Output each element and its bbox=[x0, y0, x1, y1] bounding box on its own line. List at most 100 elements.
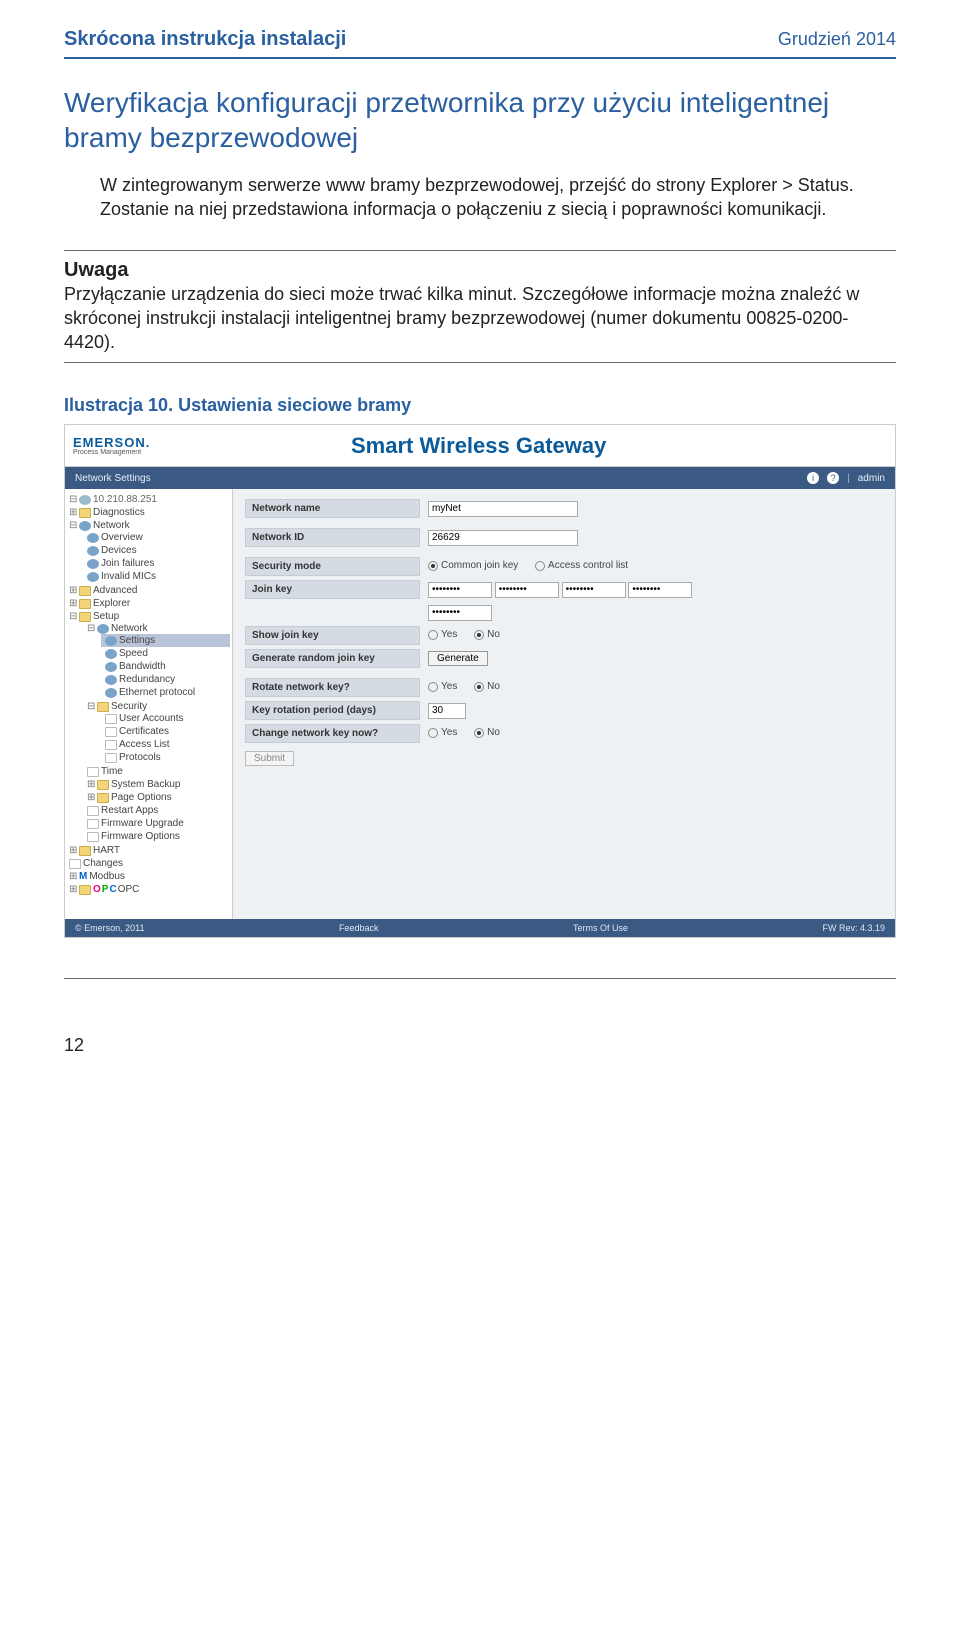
figure-caption: Ilustracja 10. Ustawienia sieciowe bramy bbox=[64, 395, 896, 416]
tree-network[interactable]: ⊟Network Overview Devices Join failures … bbox=[67, 519, 230, 584]
divider bbox=[64, 362, 896, 363]
tree-protocols[interactable]: Protocols bbox=[101, 751, 230, 764]
tree-user-accounts[interactable]: User Accounts bbox=[101, 712, 230, 725]
footer-copyright: © Emerson, 2011 bbox=[75, 923, 145, 933]
nav-tree: ⊟10.210.88.251 ⊞Diagnostics ⊟Network Ove… bbox=[65, 489, 233, 919]
input-join-key-5[interactable] bbox=[428, 605, 492, 621]
page-header: Skrócona instrukcja instalacji Grudzień … bbox=[64, 28, 896, 59]
input-join-key-3[interactable] bbox=[562, 582, 626, 598]
main-heading: Weryfikacja konfiguracji przetwornika pr… bbox=[64, 85, 896, 155]
row-rotation-period: Key rotation period (days) bbox=[245, 701, 883, 720]
page-number: 12 bbox=[64, 1035, 896, 1056]
row-join-key-extra: . bbox=[245, 603, 883, 622]
tree-explorer[interactable]: ⊞Explorer bbox=[67, 597, 230, 610]
footer-feedback[interactable]: Feedback bbox=[339, 923, 379, 933]
tree-changes[interactable]: Changes bbox=[67, 857, 230, 870]
radio-common-join-key[interactable]: Common join key bbox=[428, 560, 518, 571]
radio-access-control-list[interactable]: Access control list bbox=[535, 560, 628, 571]
submit-button[interactable]: Submit bbox=[245, 751, 294, 766]
label-generate: Generate random join key bbox=[245, 649, 420, 668]
label-security-mode: Security mode bbox=[245, 557, 420, 576]
radio-rotate-no[interactable]: No bbox=[474, 681, 500, 692]
tree-page-options[interactable]: ⊞Page Options bbox=[83, 791, 230, 804]
tree-devices[interactable]: Devices bbox=[83, 544, 230, 557]
tree-diagnostics[interactable]: ⊞Diagnostics bbox=[67, 506, 230, 519]
label-network-name: Network name bbox=[245, 499, 420, 518]
input-network-id[interactable] bbox=[428, 530, 578, 546]
row-network-id: Network ID bbox=[245, 528, 883, 547]
footer-terms[interactable]: Terms Of Use bbox=[573, 923, 628, 933]
logo-text: EMERSON. bbox=[73, 436, 150, 449]
radio-show-no[interactable]: No bbox=[474, 629, 500, 640]
tree-overview[interactable]: Overview bbox=[83, 531, 230, 544]
tree-system-backup[interactable]: ⊞System Backup bbox=[83, 778, 230, 791]
logo-subtext: Process Management bbox=[73, 449, 150, 456]
tree-ip: ⊟10.210.88.251 bbox=[67, 493, 230, 506]
gateway-body: ⊟10.210.88.251 ⊞Diagnostics ⊟Network Ove… bbox=[65, 489, 895, 919]
header-right: Grudzień 2014 bbox=[778, 29, 896, 50]
tree-hart[interactable]: ⊞HART bbox=[67, 844, 230, 857]
help-icon[interactable]: ? bbox=[827, 472, 839, 484]
gateway-topbar: EMERSON. Process Management Smart Wirele… bbox=[65, 425, 895, 467]
tree-restart-apps[interactable]: Restart Apps bbox=[83, 804, 230, 817]
tree-redundancy[interactable]: Redundancy bbox=[101, 673, 230, 686]
radio-show-yes[interactable]: Yes bbox=[428, 629, 457, 640]
radio-change-yes[interactable]: Yes bbox=[428, 727, 457, 738]
header-left: Skrócona instrukcja instalacji bbox=[64, 28, 346, 51]
tree-advanced[interactable]: ⊞Advanced bbox=[67, 584, 230, 597]
tree-opc[interactable]: ⊞OPCOPC bbox=[67, 883, 230, 896]
info-icon[interactable]: i bbox=[807, 472, 819, 484]
row-show-join-key: Show join key Yes No bbox=[245, 626, 883, 645]
footer-fw-rev: FW Rev: 4.3.19 bbox=[822, 923, 885, 933]
gateway-title: Smart Wireless Gateway bbox=[150, 433, 807, 459]
row-rotate: Rotate network key? Yes No bbox=[245, 678, 883, 697]
row-submit: Submit bbox=[245, 751, 883, 766]
label-rotation-period: Key rotation period (days) bbox=[245, 701, 420, 720]
input-network-name[interactable] bbox=[428, 501, 578, 517]
tree-access-list[interactable]: Access List bbox=[101, 738, 230, 751]
tree-bandwidth[interactable]: Bandwidth bbox=[101, 660, 230, 673]
tree-security[interactable]: ⊟Security User Accounts Certificates Acc… bbox=[83, 700, 230, 765]
radio-change-no[interactable]: No bbox=[474, 727, 500, 738]
row-network-name: Network name bbox=[245, 499, 883, 518]
label-rotate: Rotate network key? bbox=[245, 678, 420, 697]
breadcrumb: Network Settings bbox=[75, 473, 807, 484]
tree-speed[interactable]: Speed bbox=[101, 647, 230, 660]
row-join-key: Join key bbox=[245, 580, 883, 599]
label-show-join-key: Show join key bbox=[245, 626, 420, 645]
input-join-key-4[interactable] bbox=[628, 582, 692, 598]
divider bbox=[64, 978, 896, 979]
gateway-footer: © Emerson, 2011 Feedback Terms Of Use FW… bbox=[65, 919, 895, 937]
gateway-screenshot: EMERSON. Process Management Smart Wirele… bbox=[64, 424, 896, 938]
note-block: Uwaga Przyłączanie urządzenia do sieci m… bbox=[64, 259, 896, 355]
radio-rotate-yes[interactable]: Yes bbox=[428, 681, 457, 692]
input-rotation-period[interactable] bbox=[428, 703, 466, 719]
tree-setup[interactable]: ⊟Setup ⊟Network Settings Speed Bandwidth… bbox=[67, 610, 230, 844]
tree-firmware-options[interactable]: Firmware Options bbox=[83, 830, 230, 843]
divider bbox=[64, 250, 896, 251]
note-title: Uwaga bbox=[64, 259, 896, 282]
tree-ethernet[interactable]: Ethernet protocol bbox=[101, 686, 230, 699]
emerson-logo: EMERSON. Process Management bbox=[73, 436, 150, 456]
tree-modbus[interactable]: ⊞MModbus bbox=[67, 870, 230, 883]
tree-setup-network[interactable]: ⊟Network Settings Speed Bandwidth Redund… bbox=[83, 622, 230, 700]
label-network-id: Network ID bbox=[245, 528, 420, 547]
tree-firmware-upgrade[interactable]: Firmware Upgrade bbox=[83, 817, 230, 830]
input-join-key-1[interactable] bbox=[428, 582, 492, 598]
user-label[interactable]: admin bbox=[858, 473, 885, 484]
generate-button[interactable]: Generate bbox=[428, 651, 488, 666]
tree-join-failures[interactable]: Join failures bbox=[83, 557, 230, 570]
gateway-navbar: Network Settings i ? | admin bbox=[65, 467, 895, 489]
tree-settings[interactable]: Settings bbox=[101, 634, 230, 647]
row-generate: Generate random join key Generate bbox=[245, 649, 883, 668]
input-join-key-2[interactable] bbox=[495, 582, 559, 598]
label-change-now: Change network key now? bbox=[245, 724, 420, 743]
row-change-now: Change network key now? Yes No bbox=[245, 724, 883, 743]
settings-form: Network name Network ID Security mode Co… bbox=[233, 489, 895, 919]
body-paragraph: W zintegrowanym serwerze www bramy bezpr… bbox=[100, 173, 896, 222]
tree-invalid-mics[interactable]: Invalid MICs bbox=[83, 570, 230, 583]
label-join-key: Join key bbox=[245, 580, 420, 599]
tree-certificates[interactable]: Certificates bbox=[101, 725, 230, 738]
tree-time[interactable]: Time bbox=[83, 765, 230, 778]
note-body: Przyłączanie urządzenia do sieci może tr… bbox=[64, 282, 896, 355]
